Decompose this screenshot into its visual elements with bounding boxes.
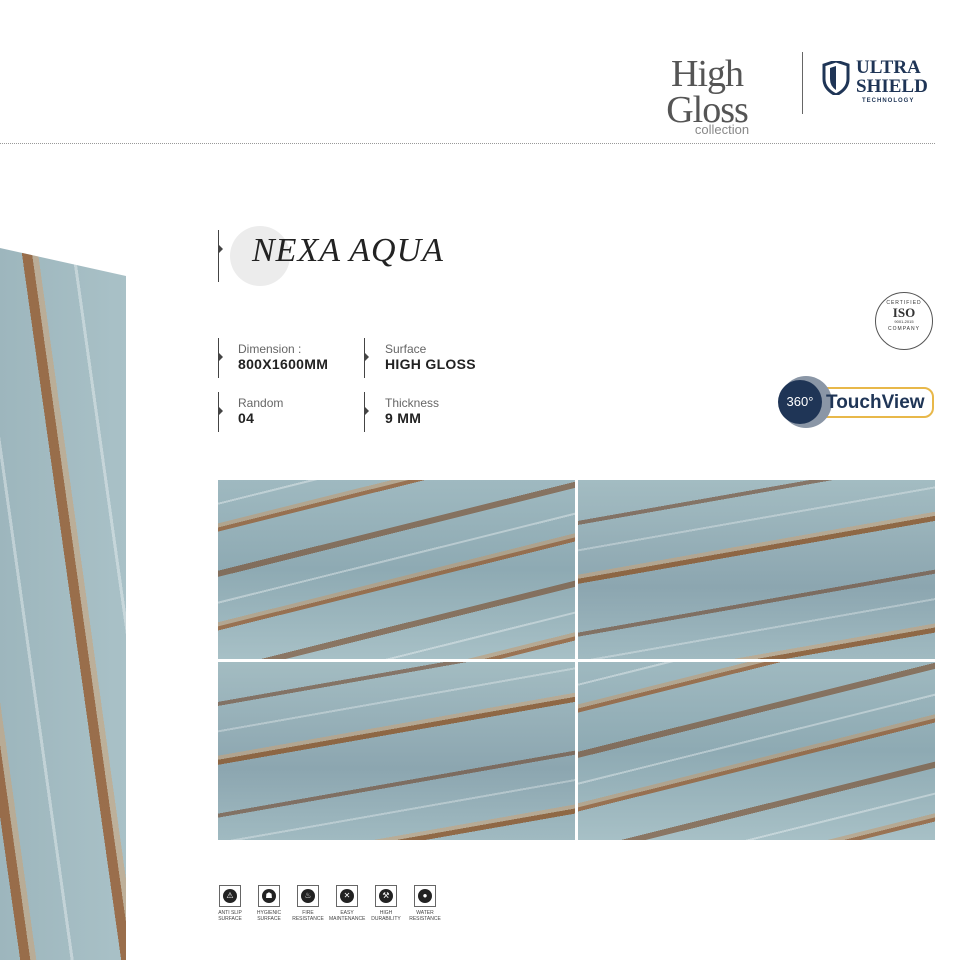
- tile-image: [578, 661, 935, 840]
- header-divider: [0, 143, 935, 144]
- tile-image: [218, 480, 575, 659]
- feature-hygienic: ☗ HYGIENIC SURFACE: [251, 885, 287, 922]
- logo-divider: [802, 52, 803, 114]
- hygienic-icon: ☗: [262, 889, 276, 903]
- iso-badge: CERTIFIED ISO 9001-2015 COMPANY: [875, 292, 933, 350]
- tile-image: [578, 480, 935, 659]
- high-gloss-logo: High Gloss collection: [666, 53, 750, 137]
- fire-icon: ♨: [301, 889, 315, 903]
- spec-thickness: Thickness 9 MM: [385, 396, 440, 426]
- product-title: NEXA AQUA: [252, 232, 444, 269]
- feature-water: ● WATER RESISTANCE: [407, 885, 443, 922]
- 360-icon: 360°: [778, 380, 822, 424]
- spec-marker: [364, 338, 369, 378]
- feature-fire: ♨ FIRE RESISTANCE: [290, 885, 326, 922]
- spec-marker: [218, 392, 223, 432]
- spec-marker: [364, 392, 369, 432]
- shield-icon: [822, 61, 850, 95]
- feature-durability: ⚒ HIGH DURABILITY: [368, 885, 404, 922]
- durability-icon: ⚒: [379, 889, 393, 903]
- tile-image: [218, 661, 575, 840]
- touchview-button[interactable]: 360° TouchView: [778, 376, 936, 428]
- tools-icon: ✕: [340, 889, 354, 903]
- spec-random: Random 04: [238, 396, 284, 426]
- tile-grid: [218, 480, 935, 840]
- feature-anti-slip: ⚠ ANTI SLIP SURFACE: [212, 885, 248, 922]
- spec-marker: [218, 338, 223, 378]
- anti-slip-icon: ⚠: [223, 889, 237, 903]
- title-marker: [218, 230, 223, 282]
- feature-list: ⚠ ANTI SLIP SURFACE ☗ HYGIENIC SURFACE ♨ FIRE…: [212, 885, 443, 922]
- water-drop-icon: ●: [418, 889, 432, 903]
- feature-maintenance: ✕ EASY MAINTENANCE: [329, 885, 365, 922]
- tile-side-view: [0, 248, 126, 960]
- spec-dimension: Dimension :800X1600MM: [238, 342, 329, 372]
- spec-surface: Surface HIGH GLOSS: [385, 342, 476, 372]
